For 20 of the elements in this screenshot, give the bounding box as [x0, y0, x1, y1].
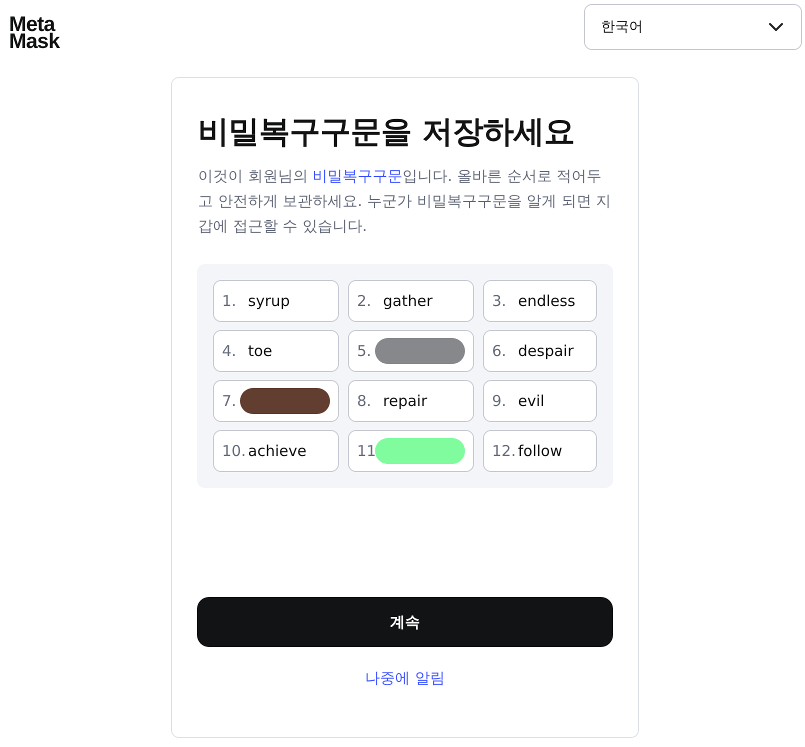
word-chip: 10.achieve: [213, 430, 339, 472]
continue-button[interactable]: 계속: [197, 597, 613, 647]
word-chip: 8. repair: [348, 380, 474, 422]
word-chip: 4. toe: [213, 330, 339, 372]
word-chip: 7.: [213, 380, 339, 422]
word-chip: 12.follow: [483, 430, 597, 472]
description-text: 이것이 회원님의 비밀복구구문입니다. 올바른 순서로 적어두고 안전하게 보관하세요. 누군가 비밀복구구문을 알게 되면 지갑에 접근할 수 있습니다.: [198, 166, 612, 237]
word-chip: 3. endless: [483, 280, 597, 322]
logo: Meta Mask: [9, 16, 60, 50]
word-chip: 2. gather: [348, 280, 474, 322]
word-chip: 9. evil: [483, 380, 597, 422]
page-title: 비밀복구구문을 저장하세요: [198, 113, 576, 152]
chevron-down-icon: [768, 22, 784, 32]
recovery-phrase-link[interactable]: 비밀복구구문: [312, 167, 403, 185]
remind-later-link[interactable]: 나중에 알림: [365, 669, 445, 688]
word-chip: 1. syrup: [213, 280, 339, 322]
word-chip: 11: [348, 430, 474, 472]
language-select[interactable]: 한국어: [584, 4, 802, 50]
word-chip: 5.: [348, 330, 474, 372]
word-chip: 6. despair: [483, 330, 597, 372]
